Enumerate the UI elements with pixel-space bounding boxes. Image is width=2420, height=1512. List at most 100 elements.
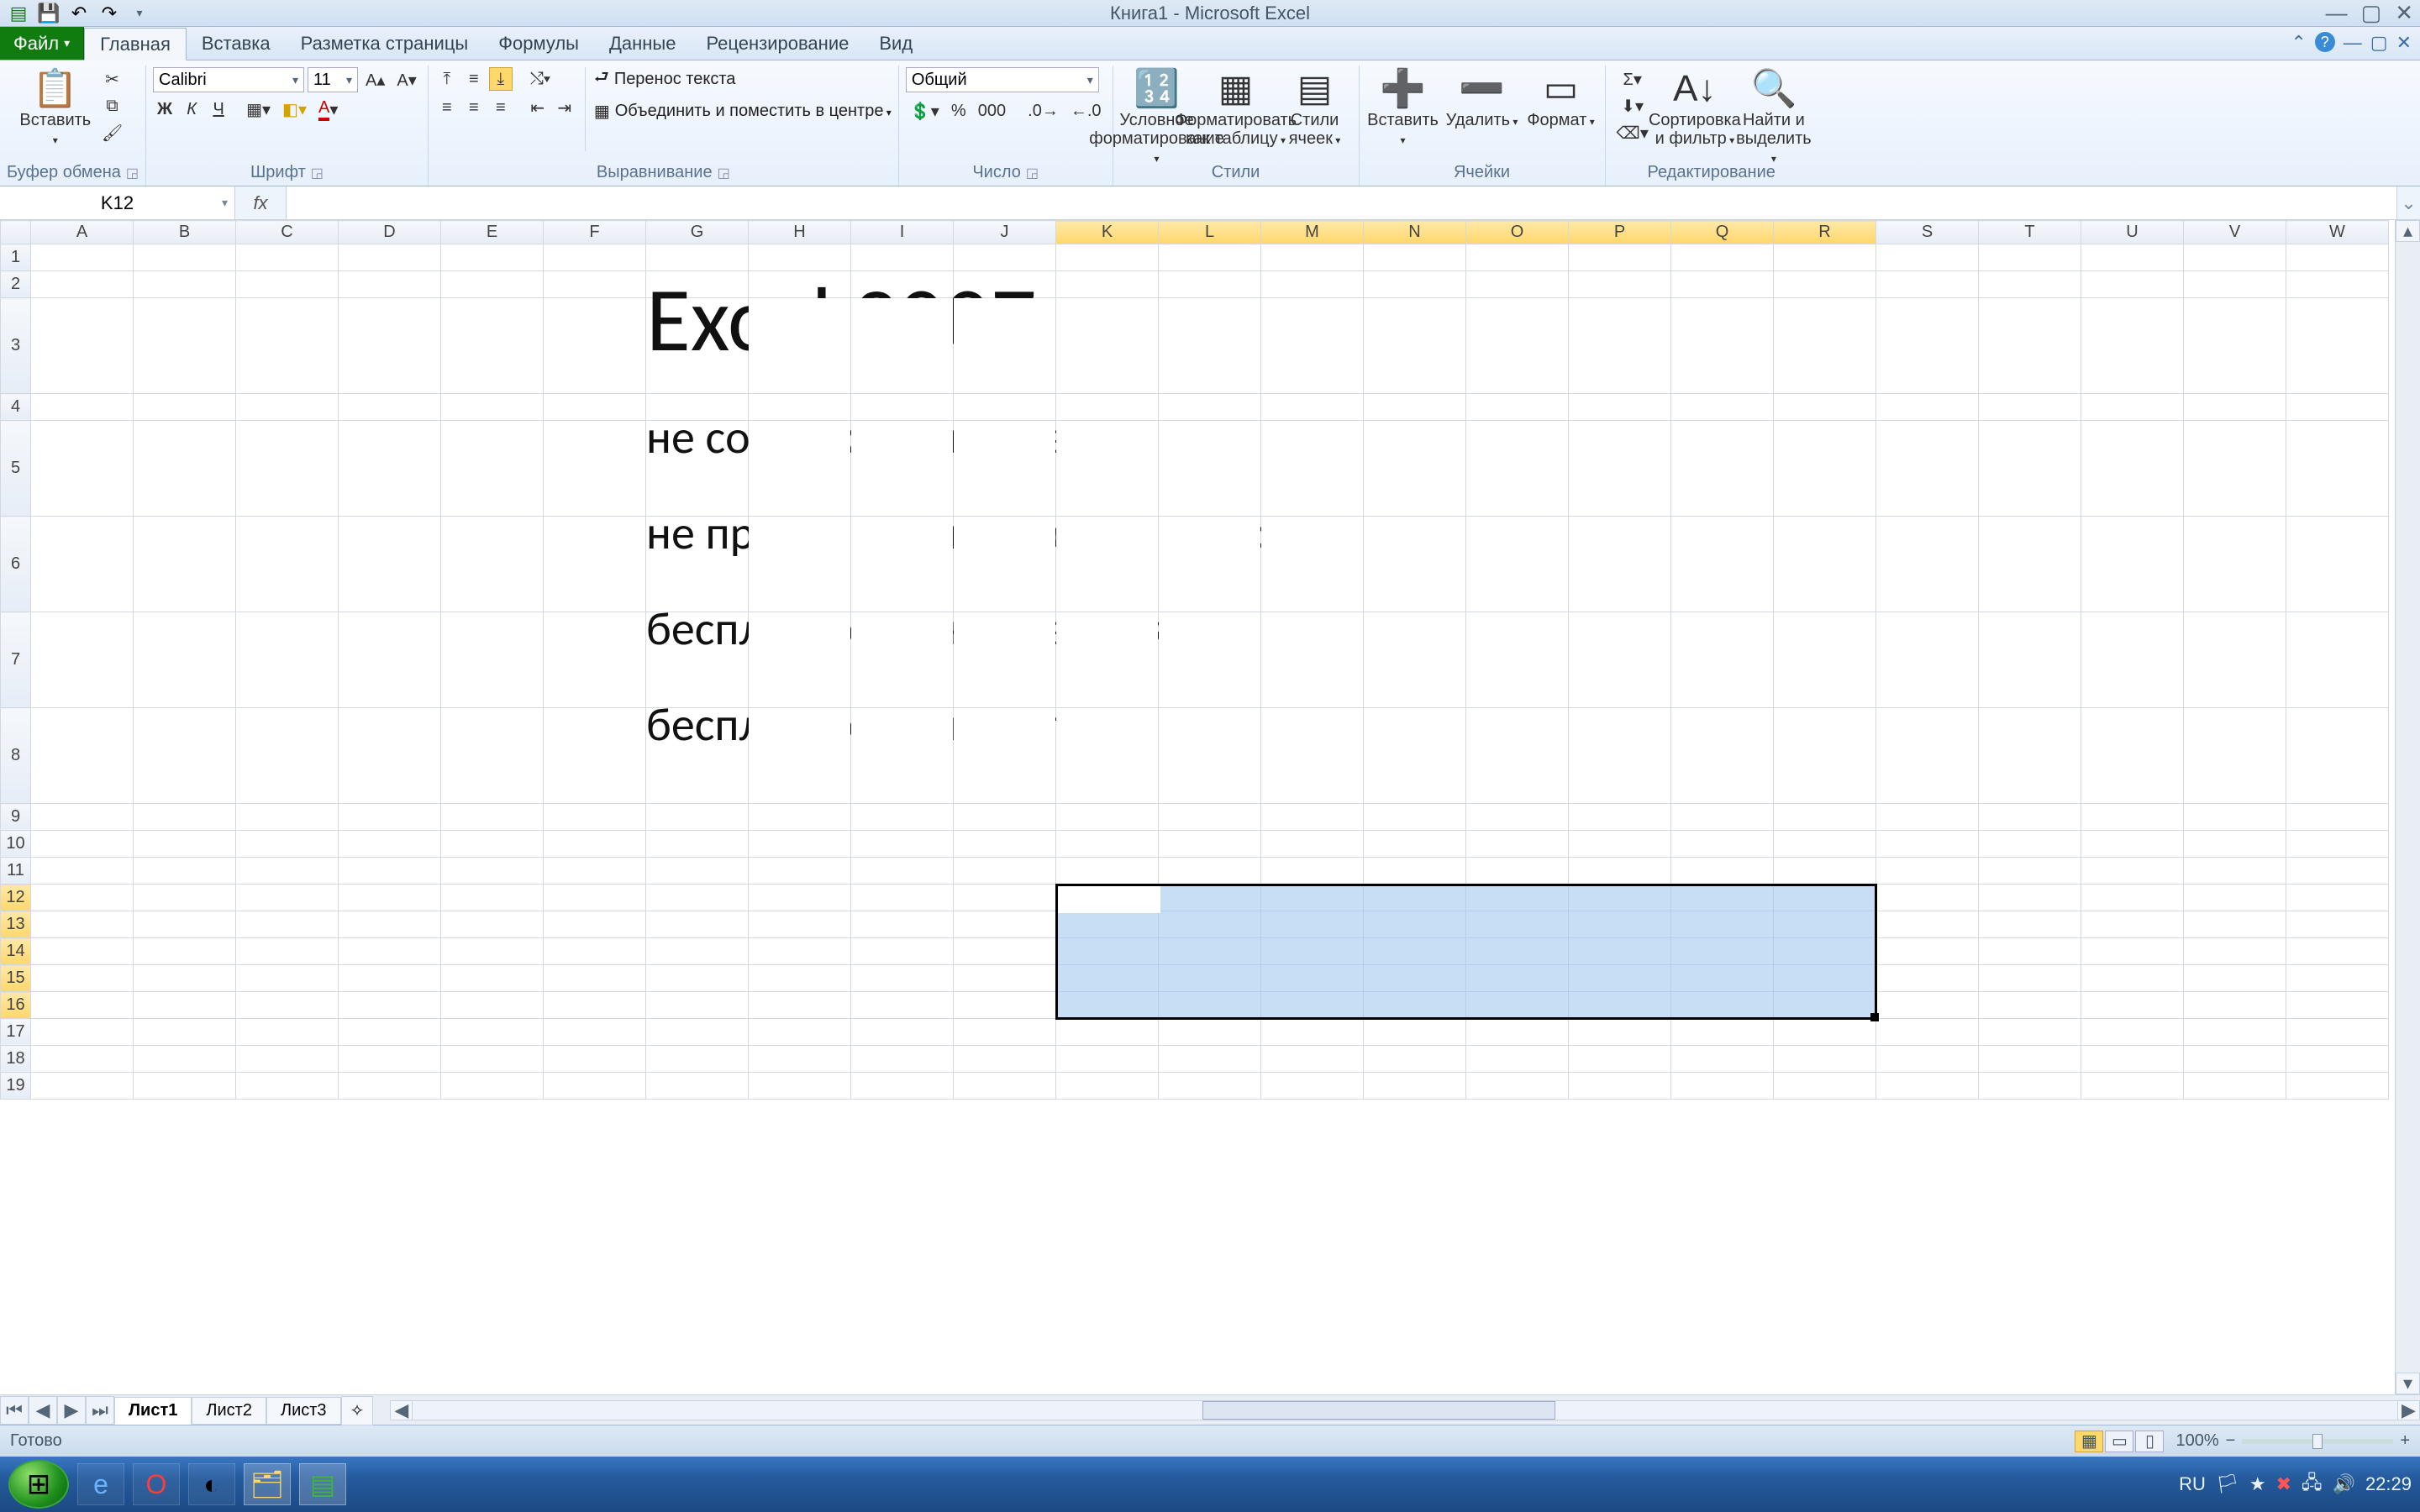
cell-E11[interactable]	[441, 858, 544, 885]
cell-V7[interactable]	[2184, 612, 2286, 708]
cell-R14[interactable]	[1774, 938, 1876, 965]
cell-S10[interactable]	[1876, 831, 1979, 858]
ribbon-tab-4[interactable]: Данные	[594, 27, 691, 60]
cell-U5[interactable]	[2081, 421, 2184, 517]
cell-L10[interactable]	[1159, 831, 1261, 858]
cell-U1[interactable]	[2081, 244, 2184, 271]
scroll-down-icon[interactable]: ▾	[2396, 1373, 2420, 1394]
cell-R13[interactable]	[1774, 911, 1876, 938]
cell-S12[interactable]	[1876, 885, 1979, 911]
cell-L18[interactable]	[1159, 1046, 1261, 1073]
font-color-icon[interactable]: A▾	[314, 97, 342, 121]
sheet-nav-first-icon[interactable]: ⏮	[0, 1396, 29, 1425]
cell-Q3[interactable]	[1671, 298, 1774, 394]
cell-S17[interactable]	[1876, 1019, 1979, 1046]
cell-W15[interactable]	[2286, 965, 2389, 992]
cell-H9[interactable]	[749, 804, 851, 831]
cell-D13[interactable]	[339, 911, 441, 938]
cell-F12[interactable]	[544, 885, 646, 911]
cell-S2[interactable]	[1876, 271, 1979, 298]
cell-M4[interactable]	[1261, 394, 1364, 421]
cell-A7[interactable]	[31, 612, 134, 708]
cell-J14[interactable]	[954, 938, 1056, 965]
cell-T7[interactable]	[1979, 612, 2081, 708]
align-top-icon[interactable]: ⤒	[435, 67, 459, 91]
cell-F6[interactable]	[544, 517, 646, 612]
ribbon-tab-5[interactable]: Рецензирование	[691, 27, 864, 60]
cell-B7[interactable]	[134, 612, 236, 708]
cell-N6[interactable]	[1364, 517, 1466, 612]
cell-J9[interactable]	[954, 804, 1056, 831]
cell-O18[interactable]	[1466, 1046, 1569, 1073]
cell-M12[interactable]	[1261, 885, 1364, 911]
cell-D12[interactable]	[339, 885, 441, 911]
cell-N5[interactable]	[1364, 421, 1466, 517]
row-header-4[interactable]: 4	[1, 394, 31, 421]
cell-J11[interactable]	[954, 858, 1056, 885]
cell-O5[interactable]	[1466, 421, 1569, 517]
col-header-R[interactable]: R	[1774, 221, 1876, 244]
cell-D8[interactable]	[339, 708, 441, 804]
cell-I16[interactable]	[851, 992, 954, 1019]
cell-B8[interactable]	[134, 708, 236, 804]
cell-K13[interactable]	[1056, 911, 1159, 938]
cell-V1[interactable]	[2184, 244, 2286, 271]
cell-J5[interactable]	[954, 421, 1056, 517]
cell-V16[interactable]	[2184, 992, 2286, 1019]
cell-C16[interactable]	[236, 992, 339, 1019]
cell-L16[interactable]	[1159, 992, 1261, 1019]
cell-O8[interactable]	[1466, 708, 1569, 804]
cell-E3[interactable]	[441, 298, 544, 394]
fill-icon[interactable]: ⬇▾	[1612, 94, 1653, 118]
scroll-up-icon[interactable]: ▴	[2396, 220, 2420, 242]
row-header-10[interactable]: 10	[1, 831, 31, 858]
merge-center-button[interactable]: ▦Объединить и поместить в центре	[594, 99, 892, 123]
row-header-16[interactable]: 16	[1, 992, 31, 1019]
cell-E15[interactable]	[441, 965, 544, 992]
cell-V10[interactable]	[2184, 831, 2286, 858]
format-painter-icon[interactable]: 🖌	[97, 121, 127, 144]
cell-F13[interactable]	[544, 911, 646, 938]
cell-T6[interactable]	[1979, 517, 2081, 612]
cell-W14[interactable]	[2286, 938, 2389, 965]
cell-M7[interactable]	[1261, 612, 1364, 708]
cell-O15[interactable]	[1466, 965, 1569, 992]
cell-D10[interactable]	[339, 831, 441, 858]
cell-Q17[interactable]	[1671, 1019, 1774, 1046]
insert-cells-button[interactable]: ➕Вставить	[1366, 67, 1440, 160]
cell-L2[interactable]	[1159, 271, 1261, 298]
save-icon[interactable]: 💾	[37, 3, 60, 24]
cell-P14[interactable]	[1569, 938, 1671, 965]
cell-Q8[interactable]	[1671, 708, 1774, 804]
cell-W10[interactable]	[2286, 831, 2389, 858]
cell-B3[interactable]	[134, 298, 236, 394]
cell-P17[interactable]	[1569, 1019, 1671, 1046]
cell-J16[interactable]	[954, 992, 1056, 1019]
cell-E14[interactable]	[441, 938, 544, 965]
cell-K5[interactable]	[1056, 421, 1159, 517]
col-header-Q[interactable]: Q	[1671, 221, 1774, 244]
cell-I5[interactable]	[851, 421, 954, 517]
cell-M10[interactable]	[1261, 831, 1364, 858]
cell-N3[interactable]	[1364, 298, 1466, 394]
cell-S8[interactable]	[1876, 708, 1979, 804]
row-header-13[interactable]: 13	[1, 911, 31, 938]
cell-F1[interactable]	[544, 244, 646, 271]
cell-G8[interactable]: бесплатно скачивается	[646, 708, 749, 804]
cell-W12[interactable]	[2286, 885, 2389, 911]
cell-I3[interactable]	[851, 298, 954, 394]
col-header-S[interactable]: S	[1876, 221, 1979, 244]
cell-N1[interactable]	[1364, 244, 1466, 271]
cell-N4[interactable]	[1364, 394, 1466, 421]
undo-icon[interactable]: ↶	[67, 3, 91, 24]
tray-action-center-icon[interactable]: ★	[2249, 1473, 2266, 1495]
cell-J6[interactable]	[954, 517, 1056, 612]
cell-G7[interactable]: бесплатно устаналивается	[646, 612, 749, 708]
cell-R11[interactable]	[1774, 858, 1876, 885]
cell-L1[interactable]	[1159, 244, 1261, 271]
cell-B12[interactable]	[134, 885, 236, 911]
cell-P11[interactable]	[1569, 858, 1671, 885]
cell-K6[interactable]	[1056, 517, 1159, 612]
cell-B17[interactable]	[134, 1019, 236, 1046]
cell-G15[interactable]	[646, 965, 749, 992]
